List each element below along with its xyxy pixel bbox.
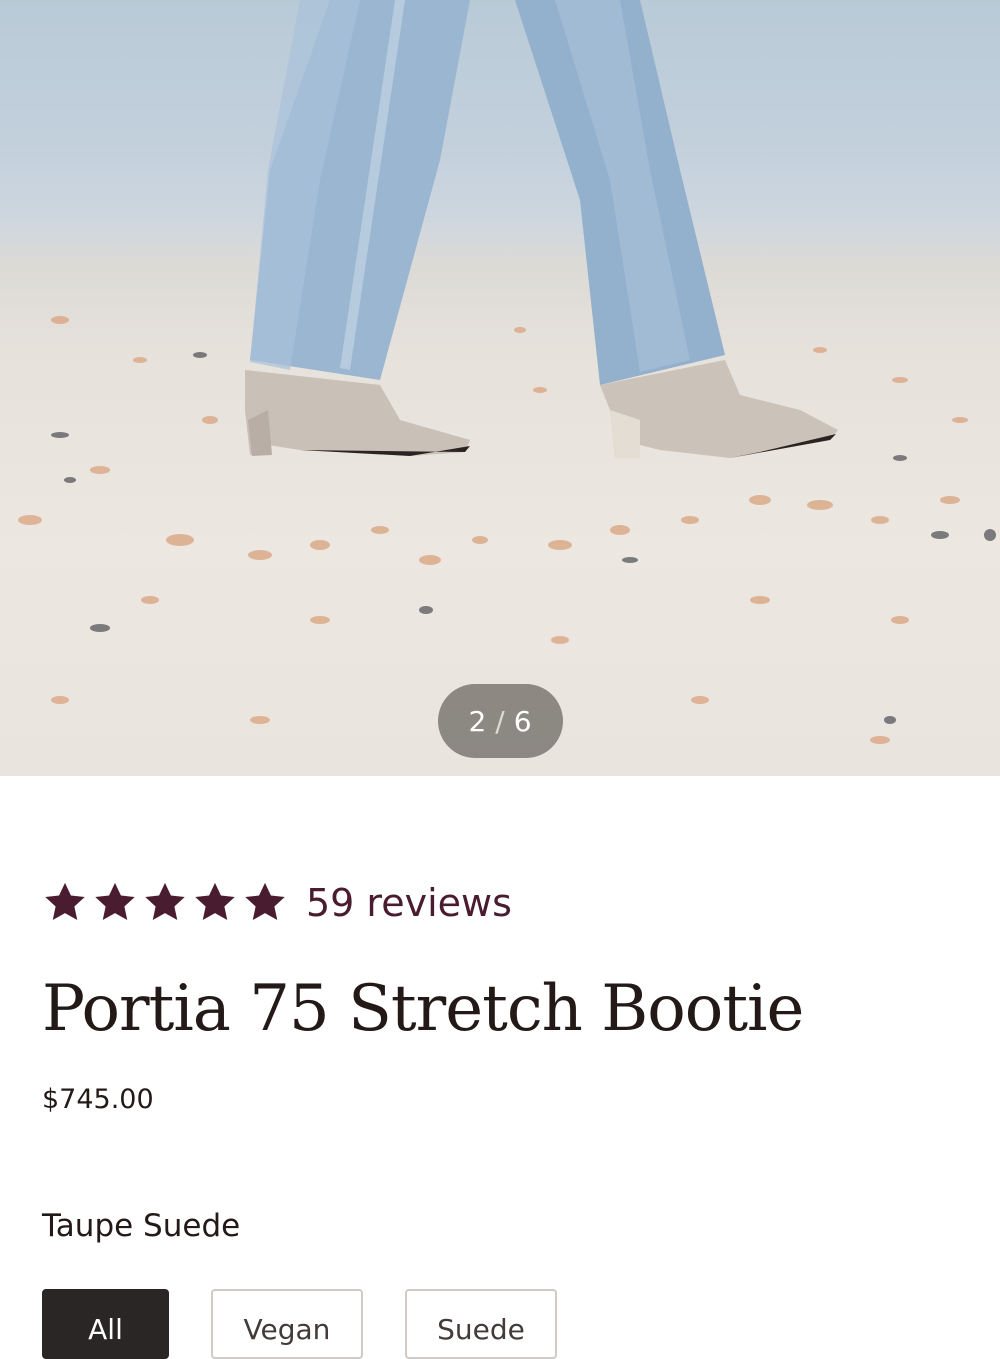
reviews-link[interactable]: 59 reviews	[306, 881, 512, 925]
gallery-counter: 2 / 6	[438, 684, 563, 758]
star-rating	[42, 880, 288, 926]
product-image[interactable]: 2 / 6	[0, 0, 1000, 776]
filter-all-button[interactable]: All	[42, 1289, 169, 1359]
gallery-separator: /	[495, 704, 506, 738]
selected-color-name: Taupe Suede	[42, 1208, 241, 1244]
star-icon	[42, 880, 88, 926]
star-icon	[192, 880, 238, 926]
rating[interactable]: 59 reviews	[42, 880, 512, 926]
product-price: $745.00	[42, 1084, 154, 1115]
material-filter-tabs: All Vegan Suede	[42, 1289, 557, 1359]
star-icon	[92, 880, 138, 926]
gallery-current: 2	[468, 704, 488, 738]
filter-suede-button[interactable]: Suede	[405, 1289, 557, 1359]
gallery-total: 6	[513, 704, 533, 738]
filter-vegan-button[interactable]: Vegan	[211, 1289, 363, 1359]
product-photo	[18, 0, 996, 744]
star-icon	[142, 880, 188, 926]
star-icon	[242, 880, 288, 926]
product-title: Portia 75 Stretch Bootie	[42, 972, 804, 1046]
